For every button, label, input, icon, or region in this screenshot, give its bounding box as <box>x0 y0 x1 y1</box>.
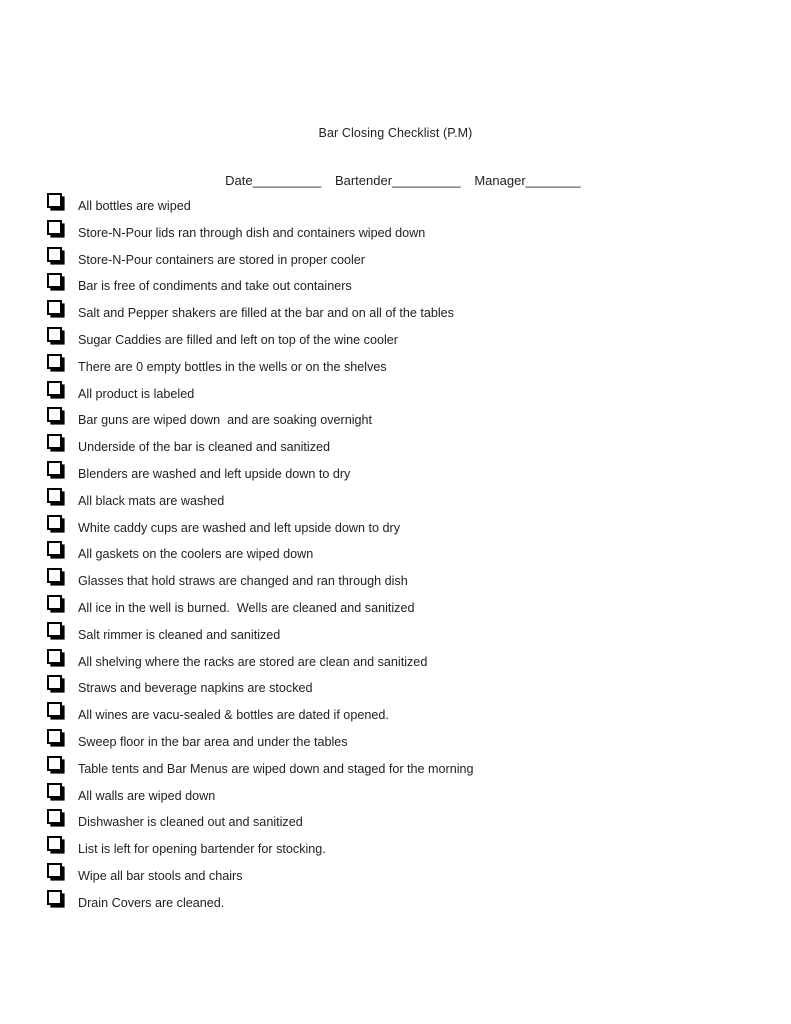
empty-checkbox-icon[interactable] <box>47 246 62 262</box>
empty-checkbox-icon[interactable] <box>47 353 62 369</box>
checklist-item-label: All black mats are washed <box>78 493 225 508</box>
checklist-row[interactable]: Salt rimmer is cleaned and sanitized <box>47 621 747 648</box>
empty-checkbox-icon[interactable] <box>47 648 62 664</box>
empty-checkbox-icon[interactable] <box>47 380 62 396</box>
empty-checkbox-icon[interactable] <box>47 702 62 718</box>
empty-checkbox-icon[interactable] <box>47 487 62 503</box>
empty-checkbox-icon[interactable] <box>47 514 62 530</box>
checklist-row[interactable]: All walls are wiped down <box>47 782 747 809</box>
checklist-row[interactable]: Wipe all bar stools and chairs <box>47 862 747 889</box>
empty-checkbox-icon[interactable] <box>47 621 62 637</box>
checklist-row[interactable]: All bottles are wiped <box>47 192 747 219</box>
checklist-item-label: White caddy cups are washed and left ups… <box>78 520 401 535</box>
empty-checkbox-icon[interactable] <box>47 407 62 423</box>
date-field-label: Date <box>225 173 253 188</box>
bartender-field-label: Bartender <box>334 173 393 188</box>
checklist-item-label: Salt rimmer is cleaned and sanitized <box>78 627 281 642</box>
checklist-item-label: All wines are vacu-sealed & bottles are … <box>78 708 389 723</box>
empty-checkbox-icon[interactable] <box>47 434 62 450</box>
empty-checkbox-icon[interactable] <box>47 675 62 691</box>
checklist-row[interactable]: Salt and Pepper shakers are filled at th… <box>47 299 747 326</box>
checklist-item-label: All walls are wiped down <box>78 788 216 803</box>
manager-field-rule[interactable]: ________ <box>526 173 581 188</box>
checklist-row[interactable]: Bar is free of condiments and take out c… <box>47 272 747 299</box>
checklist-item-label: There are 0 empty bottles in the wells o… <box>78 359 387 374</box>
checklist-row[interactable]: All wines are vacu-sealed & bottles are … <box>47 701 747 728</box>
checklist-item-label: All bottles are wiped <box>78 199 191 213</box>
checklist-row[interactable]: All product is labeled <box>47 380 747 407</box>
empty-checkbox-icon[interactable] <box>47 809 62 825</box>
checklist-item-label: Store-N-Pour lids ran through dish and c… <box>78 225 426 240</box>
checklist-row[interactable]: White caddy cups are washed and left ups… <box>47 514 747 541</box>
checklist-item-label: Dishwasher is cleaned out and sanitized <box>78 815 303 830</box>
checklist-row[interactable]: All shelving where the racks are stored … <box>47 648 747 675</box>
checklist-row[interactable]: Straws and beverage napkins are stocked <box>47 674 747 701</box>
checklist-row[interactable]: There are 0 empty bottles in the wells o… <box>47 353 747 380</box>
empty-checkbox-icon[interactable] <box>47 594 62 610</box>
checklist-item-label: Sweep floor in the bar area and under th… <box>78 734 348 749</box>
page-title: Bar Closing Checklist (P.M) <box>318 126 473 140</box>
checklist-row[interactable]: Store-N-Pour containers are stored in pr… <box>47 246 747 273</box>
empty-checkbox-icon[interactable] <box>47 755 62 771</box>
checklist-row[interactable]: Bar guns are wiped down and are soaking … <box>47 406 747 433</box>
checklist-item-label: Underside of the bar is cleaned and sani… <box>78 440 331 455</box>
date-field-rule[interactable]: __________ <box>253 173 322 188</box>
checklist-row[interactable]: Glasses that hold straws are changed and… <box>47 567 747 594</box>
empty-checkbox-icon[interactable] <box>47 273 62 289</box>
empty-checkbox-icon[interactable] <box>47 193 62 208</box>
checklist-row[interactable]: Table tents and Bar Menus are wiped down… <box>47 755 747 782</box>
checklist-item-label: Salt and Pepper shakers are filled at th… <box>78 306 454 321</box>
checklist-item-label: All product is labeled <box>78 386 195 401</box>
checklist-item-label: All ice in the well is burned. Wells are… <box>78 600 415 615</box>
checklist-row[interactable]: Blenders are washed and left upside down… <box>47 460 747 487</box>
checklist-item-label: Bar is free of condiments and take out c… <box>78 279 352 294</box>
checklist-item-label: Table tents and Bar Menus are wiped down… <box>78 761 474 776</box>
checklist-item-label: Bar guns are wiped down and are soaking … <box>78 413 373 428</box>
bartender-field-rule[interactable]: __________ <box>392 173 461 188</box>
checklist-row[interactable]: All black mats are washed <box>47 487 747 514</box>
checklist-row[interactable]: List is left for opening bartender for s… <box>47 835 747 862</box>
empty-checkbox-icon[interactable] <box>47 460 62 476</box>
checklist-row[interactable]: All gaskets on the coolers are wiped dow… <box>47 540 747 567</box>
checklist-item-label: All shelving where the racks are stored … <box>78 654 428 669</box>
checklist-item-label: Drain Covers are cleaned. <box>78 895 225 910</box>
empty-checkbox-icon[interactable] <box>47 728 62 744</box>
empty-checkbox-icon[interactable] <box>47 219 62 235</box>
empty-checkbox-icon[interactable] <box>47 568 62 584</box>
empty-checkbox-icon[interactable] <box>47 326 62 342</box>
checklist-item-label: Glasses that hold straws are changed and… <box>78 574 408 589</box>
checklist-row[interactable]: Dishwasher is cleaned out and sanitized <box>47 808 747 835</box>
checklist-row[interactable]: Drain Covers are cleaned. <box>47 889 747 916</box>
empty-checkbox-icon[interactable] <box>47 541 62 557</box>
checklist-item-label: Sugar Caddies are filled and left on top… <box>78 332 398 347</box>
checklist-row[interactable]: Sugar Caddies are filled and left on top… <box>47 326 747 353</box>
empty-checkbox-icon[interactable] <box>47 300 62 316</box>
empty-checkbox-icon[interactable] <box>47 836 62 852</box>
checklist-row[interactable]: All ice in the well is burned. Wells are… <box>47 594 747 621</box>
checklist-row[interactable]: Sweep floor in the bar area and under th… <box>47 728 747 755</box>
document-page: Bar Closing Checklist (P.M) Date________… <box>0 0 791 1024</box>
checklist-item-label: Straws and beverage napkins are stocked <box>78 681 313 696</box>
checklist: All bottles are wiped Store-N-Pour lids r… <box>47 192 747 916</box>
empty-checkbox-icon[interactable] <box>47 862 62 878</box>
checklist-row[interactable]: Underside of the bar is cleaned and sani… <box>47 433 747 460</box>
checklist-item-label: All gaskets on the coolers are wiped dow… <box>78 547 314 562</box>
empty-checkbox-icon[interactable] <box>47 889 62 905</box>
checklist-row[interactable]: Store-N-Pour lids ran through dish and c… <box>47 219 747 246</box>
checklist-item-label: Blenders are washed and left upside down… <box>78 466 351 481</box>
manager-field-label: Manager <box>474 173 526 188</box>
checklist-item-label: List is left for opening bartender for s… <box>78 842 326 857</box>
checklist-item-label: Wipe all bar stools and chairs <box>78 868 243 883</box>
empty-checkbox-icon[interactable] <box>47 782 62 798</box>
checklist-item-label: Store-N-Pour containers are stored in pr… <box>78 252 365 267</box>
